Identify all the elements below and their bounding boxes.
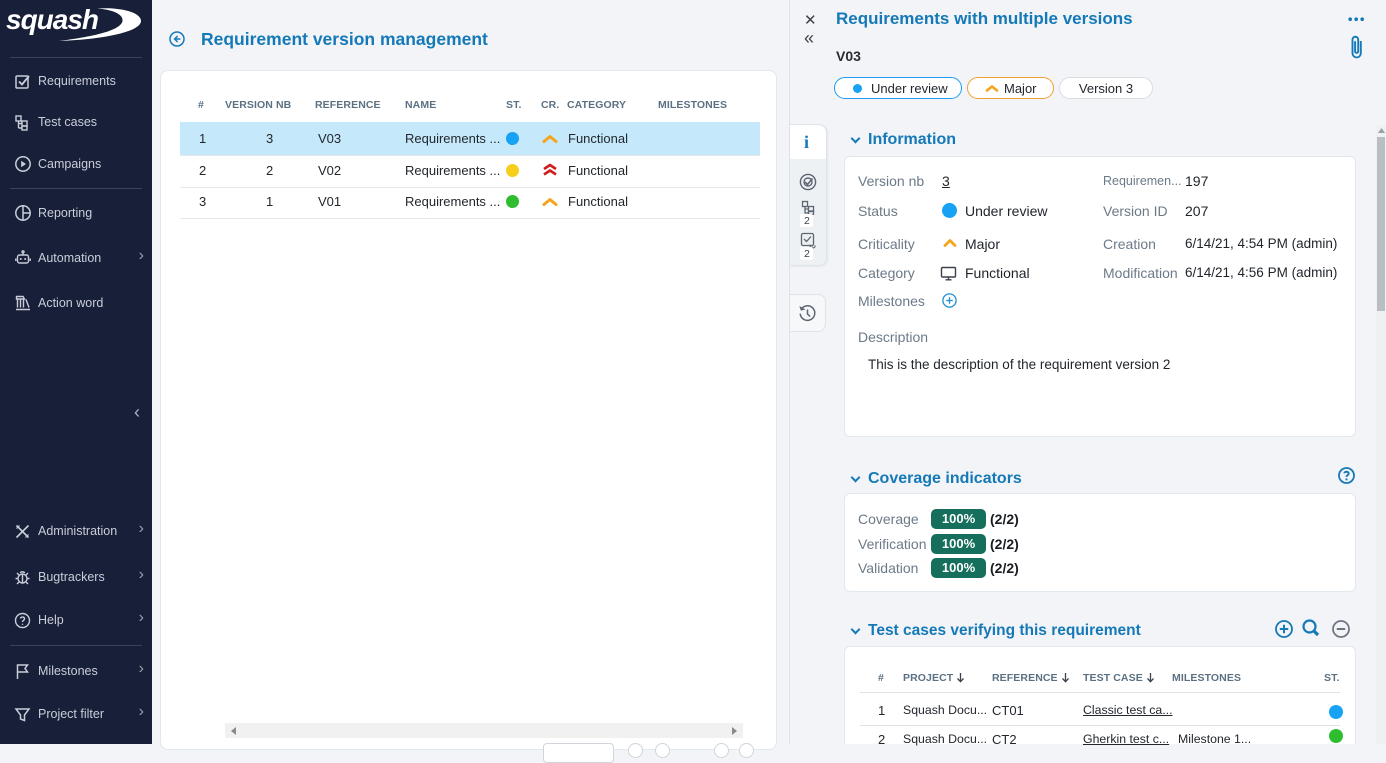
svg-text:squash: squash [6,4,98,35]
